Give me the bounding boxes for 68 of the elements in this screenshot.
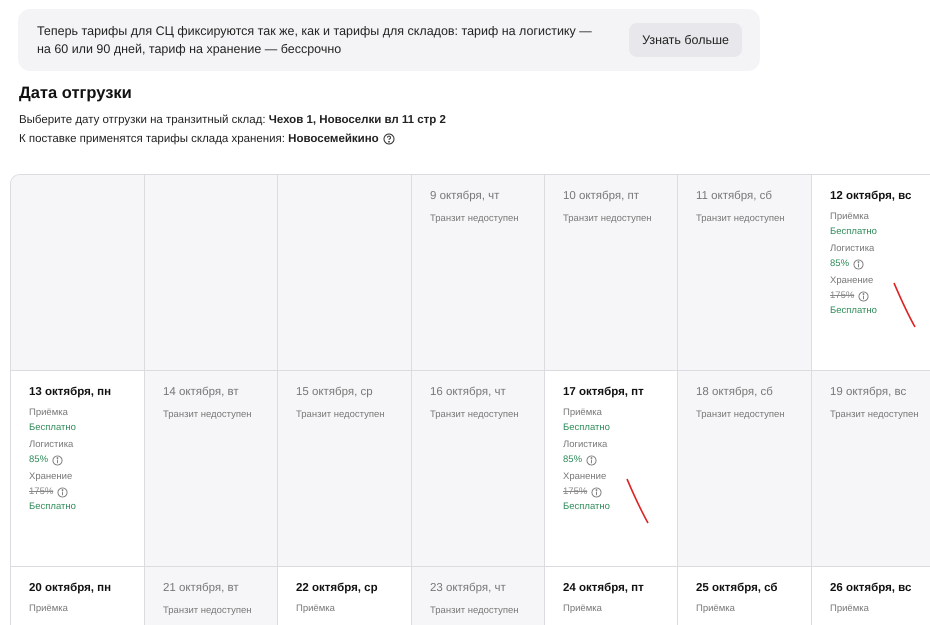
day-date: 11 октября, сб (696, 188, 773, 204)
tariff-value: Бесплатно (563, 422, 610, 434)
tariff-value: Бесплатно (830, 226, 877, 238)
old-price: 175% (29, 486, 54, 498)
day-date: 9 октября, чт (430, 188, 500, 204)
tariff-label: Приёмка (830, 211, 870, 223)
unavailable-note: Транзит недоступен (696, 212, 785, 226)
day-date: 16 октября, чт (430, 384, 507, 400)
day-date: 20 октября, пн (29, 580, 112, 596)
tariff-value: Бесплатно (29, 501, 77, 513)
available-day-cell[interactable]: 13 октября, пн Приёмка Бесплатно Логистика 85% Хранение 175% Бесплатно (11, 370, 145, 567)
info-line: К поставке применятся тарифы склада хранения: Новосемейкино (19, 132, 379, 147)
tariff-label: Хранение (29, 471, 74, 483)
tariff-label: Приёмка (696, 603, 736, 615)
tariff-label: Хранение (563, 471, 608, 483)
tariff-label: Приёмка (563, 407, 603, 419)
tariff-value: 85% (563, 454, 582, 466)
day-date: 14 октября, вт (163, 384, 240, 400)
old-price: 175% (830, 290, 854, 302)
tariff-value: Бесплатно (563, 501, 611, 513)
day-date: 23 октября, чт (430, 580, 507, 596)
info-icon[interactable] (586, 454, 598, 466)
day-date: 10 октября, пт (563, 188, 640, 204)
tariff-label: Приёмка (830, 603, 870, 615)
day-date: 18 октября, сб (696, 384, 774, 400)
info-icon[interactable] (858, 290, 870, 302)
info-icon[interactable] (52, 454, 64, 466)
unavailable-note: Транзит недоступен (430, 408, 519, 422)
tariff-label: Приёмка (296, 603, 336, 615)
day-date: 15 октября, ср (296, 384, 374, 400)
tariff-value: Бесплатно (29, 422, 76, 434)
unavailable-note: Транзит недоступен (830, 408, 919, 422)
banner-text: Теперь тарифы для СЦ фиксируются так же, как и тарифы для складов: тариф на логистику — на 60 или 90 дней, тариф на хранение — бессрочно (37, 23, 593, 58)
day-date: 19 октября, вс (830, 384, 908, 400)
day-date: 22 октября, ср (296, 580, 379, 596)
tariff-label: Логистика (29, 439, 74, 451)
info-icon[interactable] (853, 258, 864, 270)
help-icon[interactable] (382, 132, 395, 145)
tariff-value: 85% (830, 258, 850, 270)
day-date: 24 октября, пт (563, 580, 645, 596)
unavailable-note: Транзит недоступен (563, 212, 652, 226)
tariff-label: Приёмка (563, 603, 603, 615)
tariff-label: Логистика (563, 439, 608, 451)
tariff-value: 85% (29, 454, 48, 466)
day-date: 13 октября, пн (29, 384, 112, 400)
day-date: 26 октября, вс (830, 580, 912, 596)
tariff-value: Бесплатно (830, 305, 878, 317)
unavailable-note: Транзит недоступен (163, 604, 252, 618)
learn-more-button[interactable]: Узнать больше (629, 22, 742, 58)
day-date: 17 октября, пт (563, 384, 645, 400)
old-price: 175% (563, 486, 588, 498)
info-icon[interactable] (591, 486, 602, 498)
unavailable-note: Транзит недоступен (430, 604, 519, 618)
unavailable-note: Транзит недоступен (296, 408, 385, 422)
unavailable-note: Транзит недоступен (430, 212, 519, 226)
day-date: 21 октября, вт (163, 580, 240, 596)
unavailable-note: Транзит недоступен (696, 408, 785, 422)
day-date: 12 октября, вс (830, 188, 912, 204)
tariff-label: Приёмка (29, 603, 69, 615)
section-heading: Дата отгрузки (19, 83, 133, 104)
tariff-label: Хранение (830, 275, 874, 287)
tariff-label: Логистика (830, 243, 876, 255)
unavailable-note: Транзит недоступен (163, 408, 252, 422)
info-line: Выберите дату отгрузки на транзитный склад: Чехов 1, Новоселки вл 11 стр 2 (19, 112, 446, 128)
tariff-label: Приёмка (29, 407, 69, 419)
info-icon[interactable] (57, 486, 68, 498)
day-date: 25 октября, сб (696, 580, 779, 596)
available-day-cell[interactable]: 17 октября, пт Приёмка Бесплатно Логистика 85% Хранение 175% Бесплатно (545, 370, 678, 567)
